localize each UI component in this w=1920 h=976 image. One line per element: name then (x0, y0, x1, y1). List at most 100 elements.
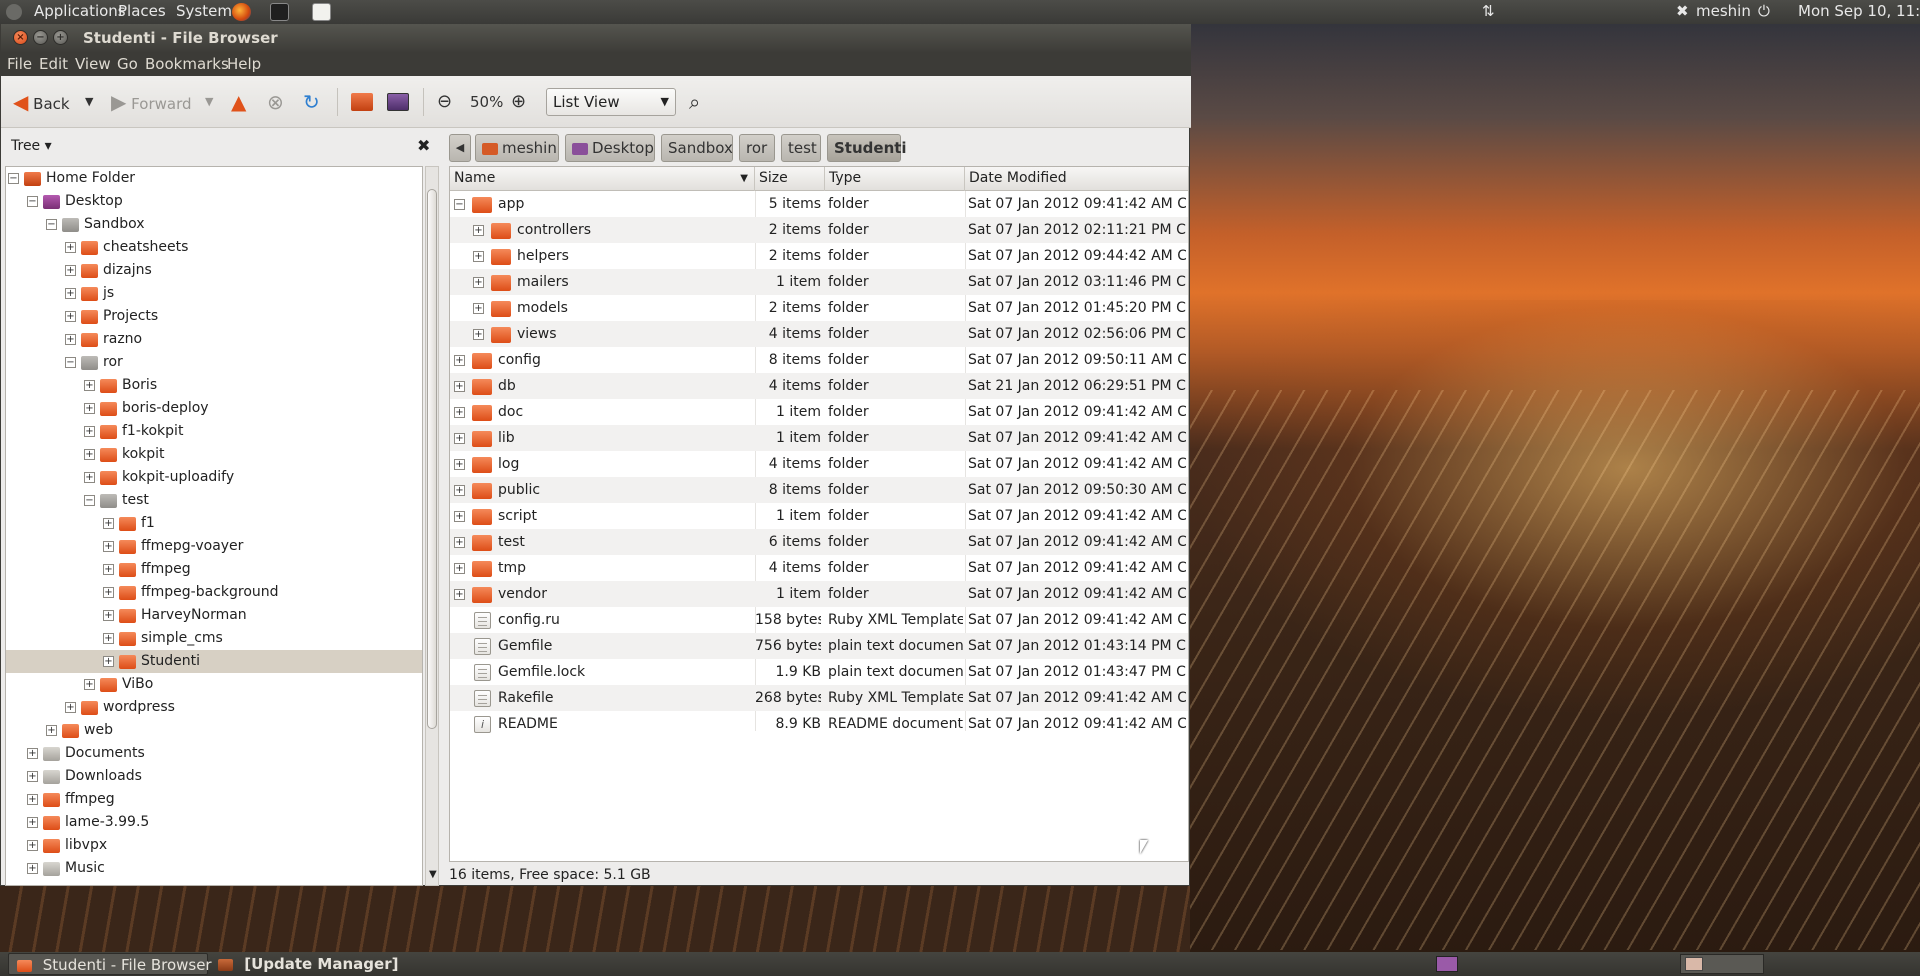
file-row[interactable]: + vendor 1 item folder Sat 07 Jan 2012 09:41… (450, 581, 1188, 607)
tree-item[interactable]: + kokpit-uploadify (6, 466, 422, 489)
maximize-window-button[interactable]: + (53, 30, 68, 45)
expand-icon[interactable]: + (27, 863, 38, 874)
tree-item[interactable]: + f1 (6, 512, 422, 535)
window-titlebar[interactable]: × − + Studenti - File Browser (1, 24, 1191, 52)
menu-places[interactable]: Places (118, 0, 166, 24)
close-sidebar-icon[interactable]: ✖ (417, 136, 430, 155)
search-button[interactable]: ⌕ (689, 89, 700, 115)
tree-item[interactable]: + Studenti (6, 650, 422, 673)
breadcrumb-button[interactable]: Desktop (565, 134, 655, 162)
menu-view[interactable]: View (75, 52, 111, 76)
breadcrumb-button[interactable]: ror (739, 134, 775, 162)
breadcrumb-button[interactable]: Studenti (827, 134, 907, 162)
collapse-icon[interactable]: − (65, 357, 76, 368)
sidebar-mode-select[interactable]: Tree ▾ (11, 138, 52, 154)
tree-item[interactable]: + lame-3.99.5 (6, 811, 422, 834)
up-button[interactable]: ▲ (231, 89, 246, 115)
workspace-indicator-icon[interactable] (1436, 956, 1458, 972)
column-header-type[interactable]: Type (825, 167, 965, 191)
user-status-icon[interactable]: ✖ (1676, 0, 1689, 24)
expand-icon[interactable]: + (65, 311, 76, 322)
tree-item[interactable]: + ffmpeg (6, 788, 422, 811)
tree-item[interactable]: + Documents (6, 742, 422, 765)
tree-item[interactable]: + ViBo (6, 673, 422, 696)
sidebar-scrollbar-thumb[interactable] (427, 189, 437, 729)
expand-icon[interactable]: + (27, 817, 38, 828)
zoom-out-button[interactable]: ⊖ (437, 89, 452, 115)
breadcrumb-button[interactable]: test (781, 134, 821, 162)
file-row[interactable]: Gemfile 756 bytes plain text document Sat 0… (450, 633, 1188, 659)
tree-item[interactable]: + Music (6, 857, 422, 880)
expand-icon[interactable]: + (27, 771, 38, 782)
menu-applications[interactable]: Applications (34, 0, 126, 24)
tree-item[interactable]: + Projects (6, 305, 422, 328)
back-button[interactable]: ◀ Back (13, 89, 70, 115)
expand-icon[interactable]: + (103, 518, 114, 529)
expand-icon[interactable]: + (103, 656, 114, 667)
file-row[interactable]: + helpers 2 items folder Sat 07 Jan 2012 09:… (450, 243, 1188, 269)
file-row[interactable]: − app 5 items folder Sat 07 Jan 2012 09:41:4… (450, 191, 1188, 217)
collapse-icon[interactable]: − (84, 495, 95, 506)
expand-icon[interactable]: + (473, 303, 484, 314)
expand-icon[interactable]: + (454, 537, 465, 548)
expand-icon[interactable]: + (454, 381, 465, 392)
tree-item[interactable]: + ffmpeg (6, 558, 422, 581)
file-row[interactable]: + mailers 1 item folder Sat 07 Jan 2012 03:1… (450, 269, 1188, 295)
column-header-size[interactable]: Size (755, 167, 825, 191)
column-header-date[interactable]: Date Modified (965, 167, 1188, 191)
tree-item[interactable]: + HarveyNorman (6, 604, 422, 627)
firefox-icon[interactable] (232, 3, 251, 21)
file-row[interactable]: + lib 1 item folder Sat 07 Jan 2012 09:41:42… (450, 425, 1188, 451)
expand-icon[interactable]: + (454, 589, 465, 600)
tree-item[interactable]: − test (6, 489, 422, 512)
file-row[interactable]: + doc 1 item folder Sat 07 Jan 2012 09:41:42… (450, 399, 1188, 425)
tree-item[interactable]: − ror (6, 351, 422, 374)
file-row[interactable]: + db 4 items folder Sat 21 Jan 2012 06:29:51… (450, 373, 1188, 399)
expand-icon[interactable]: + (65, 242, 76, 253)
tree-item[interactable]: + simple_cms (6, 627, 422, 650)
user-name[interactable]: meshin (1696, 0, 1751, 24)
collapse-icon[interactable]: − (27, 196, 38, 207)
tree-item[interactable]: + dizajns (6, 259, 422, 282)
menu-help[interactable]: Help (227, 52, 261, 76)
collapse-icon[interactable]: − (46, 219, 57, 230)
breadcrumb-button[interactable]: meshin (475, 134, 559, 162)
expand-icon[interactable]: + (473, 251, 484, 262)
tree-item[interactable]: + f1-kokpit (6, 420, 422, 443)
expand-icon[interactable]: + (454, 459, 465, 470)
file-row[interactable]: + public 8 items folder Sat 07 Jan 2012 09:5… (450, 477, 1188, 503)
tree-item[interactable]: + kokpit (6, 443, 422, 466)
tree-item[interactable]: − Sandbox (6, 213, 422, 236)
tree-item[interactable]: + libvpx (6, 834, 422, 857)
back-history-dropdown[interactable]: ▼ (85, 89, 93, 115)
file-row[interactable]: + script 1 item folder Sat 07 Jan 2012 09:41… (450, 503, 1188, 529)
sidebar-scrollbar[interactable] (425, 166, 439, 886)
file-row[interactable]: + models 2 items folder Sat 07 Jan 2012 01:4… (450, 295, 1188, 321)
expand-icon[interactable]: + (84, 679, 95, 690)
expand-icon[interactable]: + (103, 633, 114, 644)
tree-item[interactable]: − Desktop (6, 190, 422, 213)
tree-item[interactable]: + razno (6, 328, 422, 351)
expand-icon[interactable]: + (84, 449, 95, 460)
tree-item[interactable]: + cheatsheets (6, 236, 422, 259)
file-row[interactable]: + config 8 items folder Sat 07 Jan 2012 09:5… (450, 347, 1188, 373)
expand-icon[interactable]: + (84, 426, 95, 437)
expand-icon[interactable]: + (27, 840, 38, 851)
expand-icon[interactable]: + (103, 587, 114, 598)
expand-icon[interactable]: + (65, 334, 76, 345)
view-mode-select[interactable]: List View ▼ (546, 88, 676, 116)
file-row[interactable]: config.ru 158 bytes Ruby XML Template Sat 0… (450, 607, 1188, 633)
forward-history-dropdown[interactable]: ▼ (205, 89, 213, 115)
expand-icon[interactable]: + (454, 563, 465, 574)
reload-button[interactable]: ↻ (303, 89, 320, 115)
collapse-icon[interactable]: − (8, 173, 19, 184)
menu-system[interactable]: System (176, 0, 232, 24)
power-icon[interactable]: ⏻ (1758, 0, 1770, 24)
clock[interactable]: Mon Sep 10, 11:32 (1798, 0, 1920, 24)
task-file-browser[interactable]: Studenti - File Browser (8, 953, 212, 975)
home-button[interactable] (351, 89, 373, 115)
expand-icon[interactable]: + (454, 511, 465, 522)
expand-icon[interactable]: + (454, 433, 465, 444)
expand-icon[interactable]: + (454, 355, 465, 366)
file-row[interactable]: Rakefile 268 bytes Ruby XML Template Sat 07… (450, 685, 1188, 711)
